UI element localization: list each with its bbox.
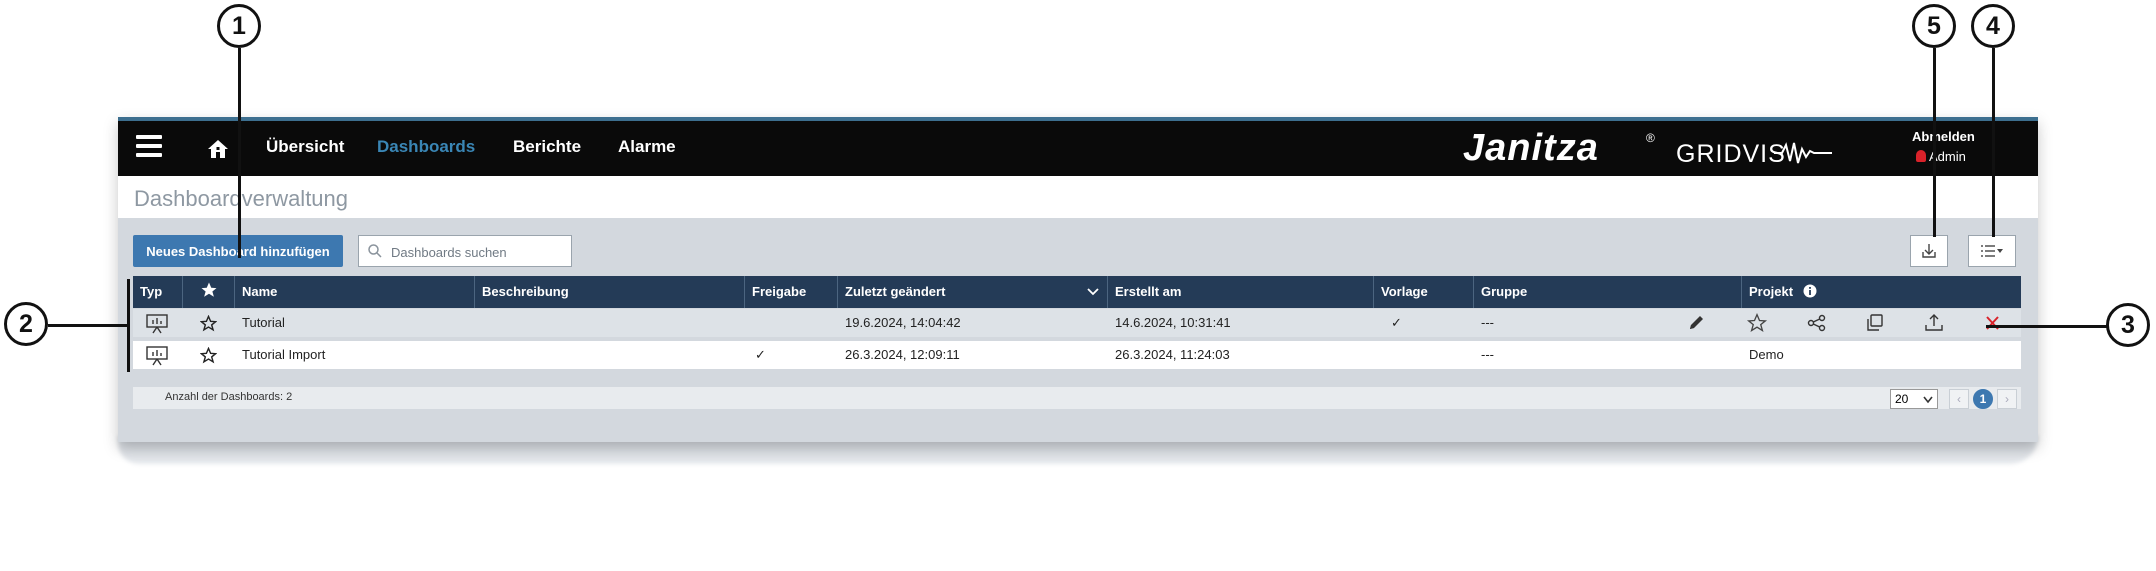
nav-dashboards[interactable]: Dashboards [377, 137, 475, 157]
search-icon [368, 244, 382, 258]
cell-created: 14.6.2024, 10:31:41 [1115, 315, 1231, 330]
title-bar: Dashboardverwaltung [118, 176, 2038, 218]
dashboard-type-icon [146, 314, 168, 334]
cell-template: ✓ [1391, 315, 1402, 330]
callout-4: 4 [1971, 4, 2015, 48]
user-icon [1916, 150, 1926, 162]
registered-mark: ® [1646, 131, 1655, 145]
callout-5-line [1933, 48, 1936, 237]
download-button[interactable] [1910, 235, 1948, 267]
table-row[interactable]: Tutorial Import ✓ 26.3.2024, 12:09:11 26… [133, 341, 2021, 369]
download-icon [1922, 244, 1936, 258]
cell-project: Demo [1749, 347, 1784, 362]
callout-3: 3 [2106, 303, 2150, 347]
callout-2-bracket [127, 279, 130, 372]
nav-uebersicht[interactable]: Übersicht [266, 137, 344, 157]
table-header: Typ Name Beschreibung Freigabe Zuletzt g… [133, 276, 2021, 308]
copy-icon[interactable] [1864, 313, 1886, 333]
dashboard-type-icon [146, 346, 168, 366]
callout-5: 5 [1912, 4, 1956, 48]
cell-name[interactable]: Tutorial Import [242, 341, 325, 369]
export-upload-icon[interactable] [1923, 313, 1945, 333]
col-name[interactable]: Name [235, 276, 475, 308]
list-icon [1981, 245, 2003, 257]
dashboard-count: Anzahl der Dashboards: 2 [165, 391, 293, 403]
table-footer: Anzahl der Dashboards: 2 [133, 387, 2021, 409]
column-options-button[interactable] [1968, 235, 2016, 267]
top-navigation-bar: Übersicht Dashboards Berichte Alarme Jan… [118, 117, 2038, 176]
star-outline-icon[interactable] [1746, 313, 1768, 333]
share-icon[interactable] [1806, 313, 1828, 333]
logout-link[interactable]: Abmelden [1912, 129, 1975, 144]
page-size-value: 20 [1895, 392, 1909, 406]
col-typ[interactable]: Typ [133, 276, 183, 308]
cell-modified: 26.3.2024, 12:09:11 [845, 347, 960, 362]
cell-group: --- [1481, 347, 1494, 362]
col-freigabe[interactable]: Freigabe [745, 276, 838, 308]
cell-shared: ✓ [755, 347, 766, 362]
search-input[interactable] [389, 242, 569, 262]
current-user: Admin [1916, 149, 1966, 164]
page-size-select[interactable]: 20 [1890, 389, 1938, 409]
favorite-star-icon[interactable] [200, 347, 217, 364]
table-row[interactable]: Tutorial 19.6.2024, 14:04:42 14.6.2024, … [133, 309, 2021, 337]
col-zuletzt-geaendert-label: Zuletzt geändert [845, 284, 946, 299]
col-gruppe[interactable]: Gruppe [1474, 276, 1742, 308]
gridvis-logo: GRIDVIS [1676, 140, 1786, 168]
nav-berichte[interactable]: Berichte [513, 137, 581, 157]
favorite-star-icon[interactable] [200, 315, 217, 332]
janitza-logo: Janitza [1463, 127, 1599, 169]
sort-chevron-down-icon [1087, 288, 1099, 296]
edit-pencil-icon[interactable] [1686, 313, 1708, 333]
col-favorite[interactable] [183, 276, 235, 308]
col-vorlage[interactable]: Vorlage [1374, 276, 1474, 308]
app-window: Übersicht Dashboards Berichte Alarme Jan… [118, 117, 2038, 442]
col-projekt[interactable]: Projekt [1742, 276, 2021, 308]
callout-3-line [1986, 325, 2108, 328]
delete-icon[interactable] [1982, 313, 2004, 333]
callout-1: 1 [217, 4, 261, 48]
info-icon[interactable] [1803, 284, 1817, 298]
col-projekt-label: Projekt [1749, 284, 1794, 299]
next-page-button[interactable]: › [1997, 389, 2017, 409]
cell-modified: 19.6.2024, 14:04:42 [845, 315, 961, 330]
cell-created: 26.3.2024, 11:24:03 [1115, 347, 1230, 362]
cell-group: --- [1481, 315, 1494, 330]
menu-icon[interactable] [136, 135, 162, 159]
waveform-icon [1774, 142, 1832, 164]
callout-2: 2 [4, 302, 48, 346]
col-erstellt-am[interactable]: Erstellt am [1108, 276, 1374, 308]
callout-4-line [1992, 48, 1995, 237]
star-icon [201, 282, 216, 297]
callout-1-line [238, 48, 241, 258]
page-1-button[interactable]: 1 [1973, 389, 1993, 409]
chevron-down-icon [1923, 396, 1933, 404]
nav-alarme[interactable]: Alarme [618, 137, 676, 157]
col-zuletzt-geaendert[interactable]: Zuletzt geändert [838, 276, 1108, 308]
cell-name[interactable]: Tutorial [242, 309, 285, 337]
search-field[interactable] [358, 235, 572, 267]
home-icon[interactable] [206, 137, 230, 161]
previous-page-button[interactable]: ‹ [1949, 389, 1969, 409]
col-beschreibung[interactable]: Beschreibung [475, 276, 745, 308]
callout-2-line [48, 324, 130, 327]
page-title: Dashboardverwaltung [134, 186, 349, 211]
